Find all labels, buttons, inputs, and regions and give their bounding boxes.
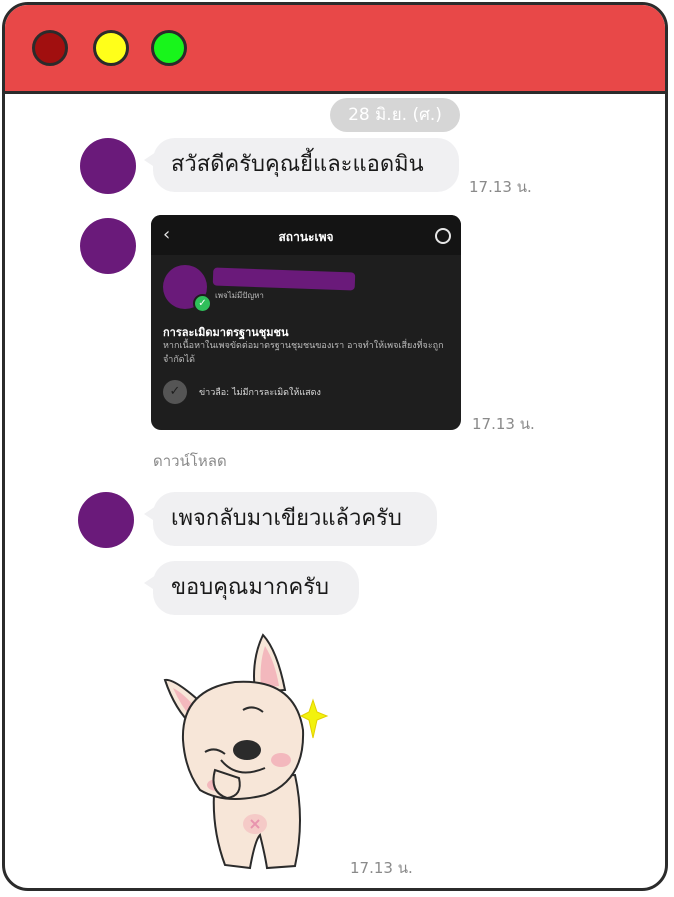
sender-avatar[interactable]: [80, 218, 136, 274]
message-time: 17.13 น.: [350, 859, 413, 877]
message-bubble[interactable]: เพจกลับมาเขียวแล้วครับ: [144, 492, 437, 546]
close-window-button[interactable]: [32, 30, 68, 66]
message-bubble[interactable]: ขอบคุณมากครับ: [144, 561, 359, 615]
check-icon: ✓: [193, 294, 212, 313]
shared-screenshot-image[interactable]: ‹ สถานะเพจ ✓ เพจไม่มีปัญหา การละเมิดมาตร…: [151, 215, 461, 430]
message-time: 17.13 น.: [469, 178, 532, 196]
screenshot-header: ‹ สถานะเพจ: [151, 215, 461, 255]
message-bubble[interactable]: สวัสดีครับคุณยี้และแอดมิน: [144, 138, 459, 192]
check-circle-icon: ✓: [163, 380, 187, 404]
download-link[interactable]: ดาวน์โหลด: [153, 449, 227, 473]
violation-row: ข่าวลือ: ไม่มีการละเมิดให้แสดง: [199, 388, 321, 398]
message-time: 17.13 น.: [472, 415, 535, 433]
page-status: เพจไม่มีปัญหา: [215, 291, 264, 300]
dog-sticker[interactable]: [155, 630, 345, 875]
redacted-page-name: [212, 267, 356, 291]
screenshot-title: สถานะเพจ: [278, 230, 334, 244]
violations-description: หากเนื้อหาในเพจขัดต่อมาตรฐานชุมชนของเรา …: [163, 341, 444, 365]
date-separator: 28 มิ.ย. (ศ.): [330, 98, 460, 132]
minimize-window-button[interactable]: [93, 30, 129, 66]
sender-avatar[interactable]: [80, 138, 136, 194]
maximize-window-button[interactable]: [151, 30, 187, 66]
title-bar: [5, 5, 665, 94]
profile-icon: [435, 228, 451, 244]
sender-avatar[interactable]: [78, 492, 134, 548]
